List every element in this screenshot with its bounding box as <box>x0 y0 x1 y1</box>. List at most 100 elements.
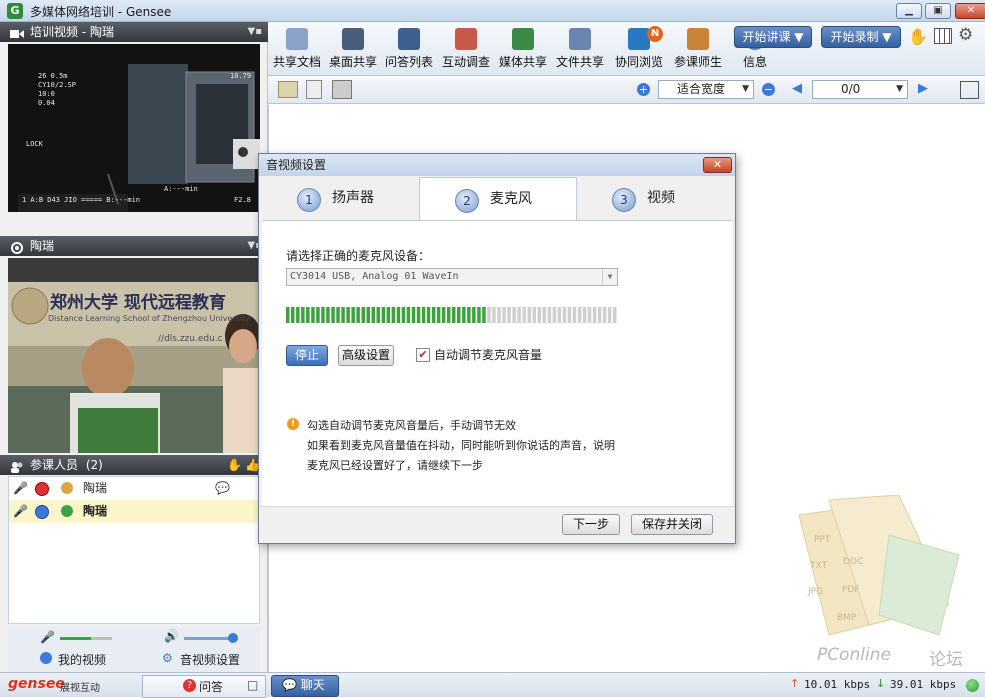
file-share-tool[interactable]: 文件共享 <box>555 26 605 74</box>
new-badge: N <box>647 26 663 42</box>
start-lecture-button[interactable]: 开始讲课 ▼ <box>734 26 812 48</box>
device-select[interactable]: CY3014 USB, Analog 01 WaveIn ▼ <box>286 268 618 286</box>
mic-volume-meter <box>286 307 618 323</box>
fit-width-select[interactable]: 适合宽度 ▼ <box>658 80 754 99</box>
tool-label: 信息 <box>742 55 767 69</box>
participants-header: 参课人员 (2) ✋ 👍 <box>0 455 268 475</box>
meter-segment <box>391 307 396 323</box>
fullscreen-icon[interactable] <box>960 81 979 99</box>
zoom-in-icon[interactable]: + <box>637 83 650 96</box>
zoom-out-icon[interactable]: − <box>762 83 775 96</box>
meter-segment <box>597 307 602 323</box>
desktop-share-tool[interactable]: 桌面共享 <box>328 26 378 74</box>
mic-slider[interactable] <box>60 637 112 640</box>
meter-segment <box>492 307 496 323</box>
share-document-tool[interactable]: 共享文档 <box>272 26 322 74</box>
participants-tool[interactable]: 参课师生 <box>671 26 725 74</box>
tool-label: 文件共享 <box>555 55 604 69</box>
notice-line: 麦克风已经设置好了，请继续下一步 <box>307 459 483 472</box>
meter-segment <box>512 307 516 323</box>
media-share-tool[interactable]: 媒体共享 <box>498 26 548 74</box>
chat-bubble-icon[interactable]: 💬 <box>215 477 230 500</box>
info-icon: ! <box>287 418 299 430</box>
start-record-button[interactable]: 开始录制 ▼ <box>821 26 901 48</box>
my-video-button[interactable]: 我的视频 <box>58 651 106 668</box>
auto-adjust-checkbox[interactable]: ✔ <box>416 348 430 362</box>
video-osd-line: 1 A:B D43 JIO ===== B:---min <box>22 196 141 204</box>
participant-row[interactable]: 🎤 陶瑞 💬 <box>9 477 259 500</box>
hand-icon[interactable]: ✋ <box>908 27 928 46</box>
users-icon <box>10 459 24 473</box>
tab-label: 视频 <box>647 190 675 206</box>
meter-segment <box>487 307 491 323</box>
tab-speaker[interactable]: 1 扬声器 <box>262 177 418 220</box>
stop-button[interactable]: 停止 <box>286 345 328 366</box>
qa-list-icon <box>398 28 420 50</box>
notice-line: 如果看到麦克风音量值在抖动，同时能听到你说话的声音，说明 <box>307 439 615 452</box>
dialog-close-button[interactable]: ✕ <box>703 157 732 173</box>
save-close-button[interactable]: 保存并关闭 <box>631 514 713 535</box>
mic-icon[interactable]: 🎤 <box>13 477 28 500</box>
app-icon: G <box>7 3 23 19</box>
doc-label: PDF <box>842 585 860 595</box>
meter-segment <box>532 307 536 323</box>
tab-video[interactable]: 3 视频 <box>577 177 733 220</box>
main-toolbar: 共享文档 桌面共享 问答列表 互动调查 媒体共享 文件共享 协同浏览 N 参课师… <box>268 22 985 76</box>
camera-status-icon[interactable] <box>35 505 49 519</box>
meter-segment <box>291 307 295 323</box>
settings-gear-icon[interactable]: ⚙ <box>958 25 973 45</box>
desktop-icon <box>342 28 364 50</box>
document-toolbar: + 适合宽度 ▼ − ◀ 0/0 ▼ ▶ <box>268 77 985 104</box>
tab-microphone[interactable]: 2 麦克风 <box>419 177 577 220</box>
participant-row-selected[interactable]: 🎤 陶瑞 <box>9 500 259 523</box>
qa-tab[interactable]: ? 问答 □ <box>142 675 266 698</box>
chat-tab[interactable]: 💬 聊天 <box>271 675 339 697</box>
speaker-slider[interactable] <box>184 633 239 643</box>
notice-line: 勾选自动调节麦克风音量后，手动调节无效 <box>307 419 516 432</box>
meter-segment <box>406 307 411 323</box>
next-page-icon[interactable]: ▶ <box>918 81 928 96</box>
tool-label: 协同浏览 <box>614 55 663 69</box>
meter-segment <box>346 307 350 323</box>
prev-page-icon[interactable]: ◀ <box>792 81 802 96</box>
meter-segment <box>316 307 320 323</box>
close-button[interactable]: ✕ <box>955 3 985 19</box>
speaker-icon[interactable]: 🔊 <box>164 629 179 643</box>
panel-menu-icon[interactable]: ▼▪ <box>248 22 262 42</box>
raise-hand-icon[interactable]: ✋ <box>227 455 242 475</box>
camera-panel-header: 陶瑞 ▼▪ <box>0 236 268 256</box>
download-arrow-icon: ↓ <box>876 677 886 690</box>
mic-icon[interactable]: 🎤 <box>13 500 28 523</box>
co-browse-tool[interactable]: 协同浏览 N <box>612 26 666 74</box>
mic-icon[interactable]: 🎤 <box>40 630 55 644</box>
page-select[interactable]: 0/0 ▼ <box>812 80 908 99</box>
meter-segment <box>441 307 446 323</box>
minimize-button[interactable]: ▁ <box>896 3 922 19</box>
qa-close-icon[interactable]: □ <box>247 678 258 692</box>
auto-adjust-label: 自动调节麦克风音量 <box>434 348 543 362</box>
layout-grid-icon[interactable] <box>934 28 952 44</box>
meter-segment <box>592 307 597 323</box>
media-icon <box>512 28 534 50</box>
tab-label: 麦克风 <box>490 191 532 207</box>
close-doc-icon[interactable] <box>332 80 352 99</box>
doc-label: DOC <box>843 557 864 567</box>
participants-list: 🎤 陶瑞 💬 🎤 陶瑞 <box>8 476 260 624</box>
advanced-settings-button[interactable]: 高级设置 <box>338 345 394 366</box>
new-page-icon[interactable] <box>306 80 322 99</box>
doc-label: TXT <box>810 561 828 571</box>
survey-tool[interactable]: 互动调查 <box>441 26 491 74</box>
meter-segment <box>552 307 557 323</box>
audio-controls: 🎤 🔊 我的视频 ⚙ 音视频设置 <box>8 626 260 672</box>
open-folder-icon[interactable] <box>278 81 298 98</box>
qa-list-tool[interactable]: 问答列表 <box>384 26 434 74</box>
people-icon <box>687 28 709 50</box>
next-step-button[interactable]: 下一步 <box>562 514 620 535</box>
user-icon <box>61 482 73 494</box>
fit-option-value: 适合宽度 <box>677 82 726 96</box>
maximize-button[interactable]: ▣ <box>925 3 951 19</box>
brand-logo: gensee <box>8 676 65 692</box>
av-settings-button[interactable]: 音视频设置 <box>180 651 240 668</box>
meter-segment <box>376 307 380 323</box>
camera-status-icon[interactable] <box>35 482 49 496</box>
